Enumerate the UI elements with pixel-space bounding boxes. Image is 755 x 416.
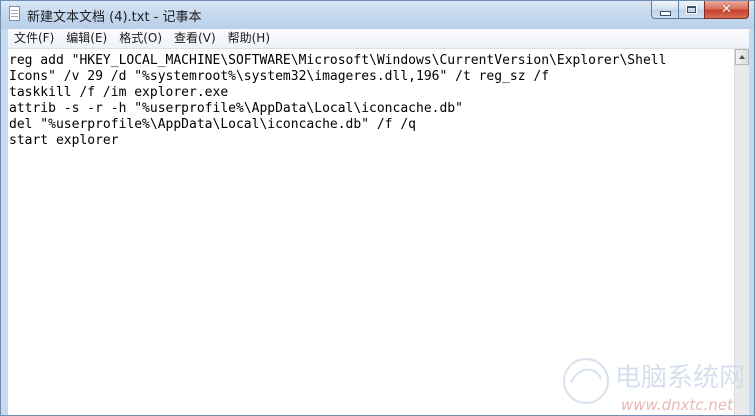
window-title: 新建文本文档 (4).txt - 记事本 (27, 10, 202, 25)
caption-buttons: ✕ (651, 1, 749, 20)
maximize-button[interactable] (678, 1, 704, 19)
text-line: start explorer (9, 133, 119, 148)
menu-file[interactable]: 文件(F) (8, 29, 60, 48)
close-icon: ✕ (721, 2, 732, 17)
minimize-icon (659, 10, 671, 16)
text-line: taskkill /f /im explorer.exe (9, 85, 229, 100)
title-bar[interactable]: 新建文本文档 (4).txt - 记事本 ✕ (1, 1, 754, 29)
menu-view[interactable]: 查看(V) (168, 29, 222, 48)
menu-help[interactable]: 帮助(H) (222, 29, 276, 48)
text-line: del "%userprofile%\AppData\Local\iconcac… (9, 117, 416, 132)
scroll-up-button[interactable] (735, 49, 749, 65)
text-line: Icons" /v 29 /d "%systemroot%\system32\i… (9, 69, 550, 84)
menu-edit[interactable]: 编辑(E) (60, 29, 113, 48)
maximize-icon (686, 5, 697, 14)
svg-text:电脑系统网: 电脑系统网 (615, 363, 745, 393)
close-button[interactable]: ✕ (704, 1, 749, 19)
editor-content: reg add "HKEY_LOCAL_MACHINE\SOFTWARE\Mic… (9, 53, 666, 149)
text-line: attrib -s -r -h "%userprofile%\AppData\L… (9, 101, 463, 116)
notepad-window: 新建文本文档 (4).txt - 记事本 ✕ 文件(F) 编辑(E) 格式(O)… (0, 0, 755, 416)
watermark-logo: 电脑系统网 www.dnxtc.net (563, 358, 745, 414)
scroll-up-arrow-icon (739, 55, 745, 59)
menu-format[interactable]: 格式(O) (113, 29, 168, 48)
text-line: reg add "HKEY_LOCAL_MACHINE\SOFTWARE\Mic… (9, 53, 667, 68)
watermark-url: www.dnxtc.net (621, 396, 734, 414)
menu-bar: 文件(F) 编辑(E) 格式(O) 查看(V) 帮助(H) (8, 29, 749, 49)
notepad-icon[interactable] (9, 6, 20, 21)
minimize-button[interactable] (651, 1, 678, 19)
